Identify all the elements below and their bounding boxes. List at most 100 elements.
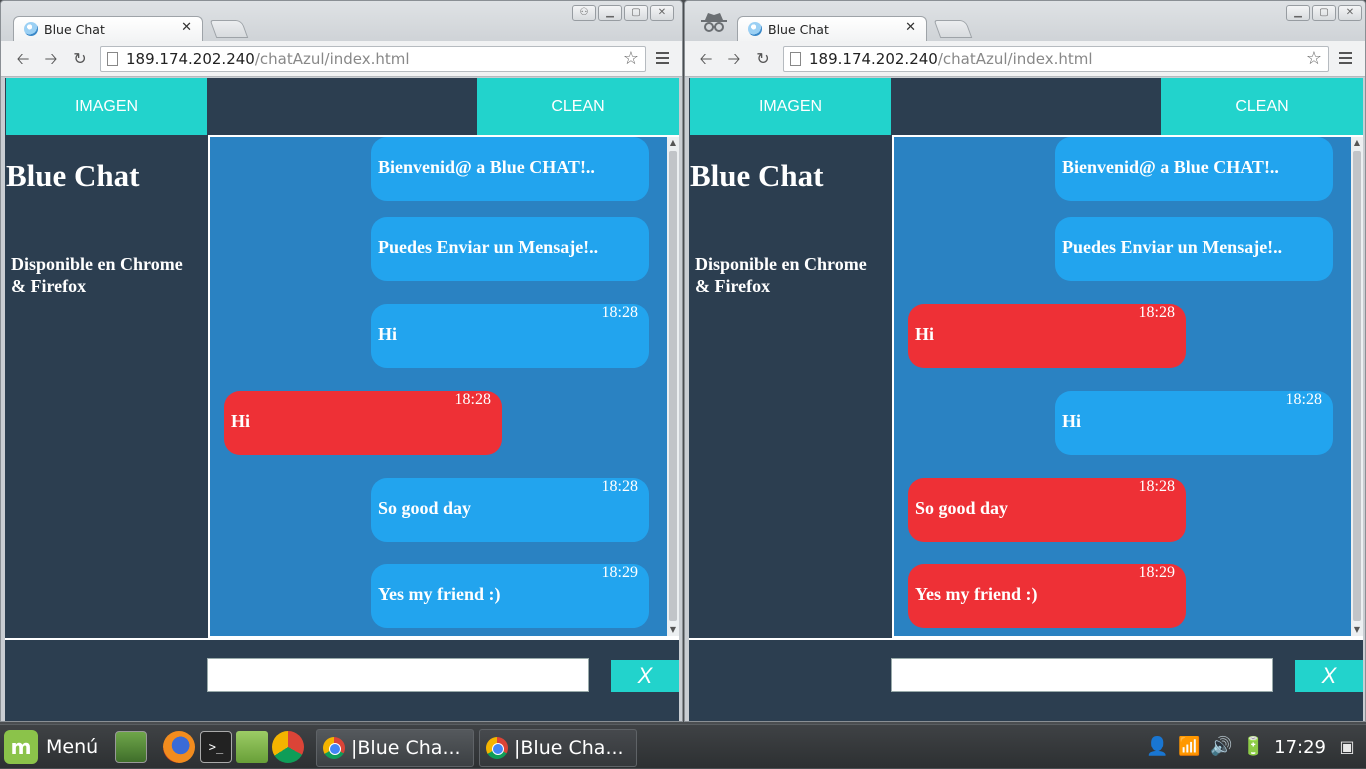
close-window-button[interactable]: ✕ (650, 5, 674, 21)
chrome-icon (486, 737, 508, 759)
back-arrow-icon[interactable]: 🡠 (13, 49, 33, 69)
message-input[interactable] (207, 658, 589, 692)
incognito-icon (701, 13, 727, 32)
scroll-up-arrow-icon[interactable]: ▲ (1351, 137, 1363, 149)
imagen-button[interactable]: IMAGEN (6, 78, 207, 135)
menu-label: Menú (46, 736, 99, 758)
reload-icon[interactable]: ↻ (70, 49, 90, 69)
message-text: Puedes Enviar un Mensaje!.. (378, 237, 599, 257)
imagen-button[interactable]: IMAGEN (690, 78, 891, 135)
address-bar[interactable]: 189.174.202.240/chatAzul/index.html ☆ (783, 46, 1329, 72)
browser-toolbar: 🡠 🡢 ↻ 189.174.202.240/chatAzul/index.htm… (685, 41, 1365, 77)
scrollbar-thumb[interactable] (1353, 151, 1361, 621)
chat-page: IMAGEN CLEAN Blue Chat Disponible en Chr… (5, 78, 679, 721)
chat-messages[interactable]: Bienvenid@ a Blue CHAT!.. Puedes Enviar u… (892, 135, 1363, 638)
new-tab-button[interactable] (209, 20, 249, 38)
volume-icon[interactable]: 🔊 (1210, 736, 1232, 758)
message-time: 18:28 (601, 478, 638, 495)
maximize-button[interactable]: ▢ (1312, 5, 1336, 21)
scroll-down-arrow-icon[interactable]: ▼ (667, 624, 679, 636)
message-text: Bienvenid@ a Blue CHAT!.. (1062, 157, 1279, 177)
chat-bubble-icon (748, 22, 762, 36)
chrome-icon (323, 737, 345, 759)
clock[interactable]: 17:29 (1274, 737, 1326, 758)
forward-arrow-icon[interactable]: 🡢 (41, 49, 61, 69)
scrollbar[interactable]: ▲ ▼ (1351, 137, 1363, 636)
chat-message: So good day 18:28 (908, 478, 1186, 542)
tab-strip: Blue Chat ✕ ▁ ▢ ✕ (685, 1, 1365, 42)
profile-icon[interactable]: ⚇ (572, 5, 596, 21)
close-window-button[interactable]: ✕ (1338, 5, 1362, 21)
chat-message: Hi 18:28 (908, 304, 1186, 368)
message-time: 18:28 (454, 391, 491, 408)
page-icon (107, 52, 118, 66)
minimize-button[interactable]: ▁ (598, 5, 622, 21)
chat-message: Hi 18:28 (1055, 391, 1333, 455)
clean-button[interactable]: CLEAN (477, 78, 679, 135)
hamburger-menu-icon[interactable] (652, 49, 672, 69)
url-text: 189.174.202.240/chatAzul/index.html (126, 50, 410, 68)
show-desktop-icon[interactable] (115, 731, 147, 763)
app-subtitle: Disponible en Chrome & Firefox (695, 254, 867, 296)
taskbar-item-blue-chat-2[interactable]: |Blue Cha... (479, 729, 637, 767)
firefox-icon[interactable] (163, 731, 195, 763)
folder-icon[interactable] (236, 731, 268, 763)
minimize-button[interactable]: ▁ (1286, 5, 1310, 21)
hamburger-menu-icon[interactable] (1335, 49, 1355, 69)
chat-messages[interactable]: Bienvenid@ a Blue CHAT!.. Puedes Enviar u… (208, 135, 679, 638)
app-title: Blue Chat (690, 158, 824, 193)
message-text: Hi (915, 324, 935, 344)
battery-icon[interactable]: 🔋 (1242, 736, 1264, 758)
scroll-down-arrow-icon[interactable]: ▼ (1351, 624, 1363, 636)
address-bar[interactable]: 189.174.202.240/chatAzul/index.html ☆ (100, 46, 646, 72)
scrollbar[interactable]: ▲ ▼ (667, 137, 679, 636)
notification-icon[interactable]: ▣ (1336, 736, 1358, 758)
scrollbar-thumb[interactable] (669, 151, 677, 621)
message-time: 18:28 (1285, 391, 1322, 408)
tab-strip: Blue Chat ✕ ⚇ ▁ ▢ ✕ (1, 1, 682, 42)
sidebar: Blue Chat Disponible en Chrome & Firefox (689, 136, 892, 638)
star-icon[interactable]: ☆ (623, 47, 639, 71)
chat-message: Hi 18:28 (371, 304, 649, 368)
message-time: 18:28 (601, 304, 638, 321)
chat-message: Puedes Enviar un Mensaje!.. (1055, 217, 1333, 281)
user-icon[interactable]: 👤 (1146, 736, 1168, 758)
close-tab-icon[interactable]: ✕ (181, 20, 192, 35)
close-tab-icon[interactable]: ✕ (905, 20, 916, 35)
browser-window-right: Blue Chat ✕ ▁ ▢ ✕ 🡠 🡢 ↻ 189.174.202.240/… (684, 0, 1366, 722)
star-icon[interactable]: ☆ (1306, 47, 1322, 71)
forward-arrow-icon[interactable]: 🡢 (724, 49, 744, 69)
start-menu-button[interactable]: m Menú (4, 729, 98, 765)
app-subtitle: Disponible en Chrome & Firefox (11, 254, 183, 296)
app-title: Blue Chat (6, 158, 140, 193)
chrome-icon[interactable] (272, 731, 304, 763)
chat-message: So good day 18:28 (371, 478, 649, 542)
scroll-up-arrow-icon[interactable]: ▲ (667, 137, 679, 149)
browser-window-left: Blue Chat ✕ ⚇ ▁ ▢ ✕ 🡠 🡢 ↻ 189.174.202.24… (0, 0, 683, 722)
maximize-button[interactable]: ▢ (624, 5, 648, 21)
terminal-icon[interactable]: >_ (200, 731, 232, 763)
message-text: Yes my friend :) (915, 584, 1038, 604)
back-arrow-icon[interactable]: 🡠 (696, 49, 716, 69)
send-button[interactable]: X (611, 660, 679, 692)
message-text: So good day (378, 498, 472, 518)
new-tab-button[interactable] (933, 20, 973, 38)
reload-icon[interactable]: ↻ (753, 49, 773, 69)
message-text: Hi (1062, 411, 1082, 431)
url-text: 189.174.202.240/chatAzul/index.html (809, 50, 1093, 68)
chat-page: IMAGEN CLEAN Blue Chat Disponible en Chr… (689, 78, 1363, 721)
send-button[interactable]: X (1295, 660, 1363, 692)
chat-message: Hi 18:28 (224, 391, 502, 455)
tab-blue-chat[interactable]: Blue Chat ✕ (737, 16, 927, 42)
clean-button[interactable]: CLEAN (1161, 78, 1363, 135)
message-time: 18:29 (1138, 564, 1175, 581)
message-text: Yes my friend :) (378, 584, 501, 604)
taskbar-item-blue-chat-1[interactable]: |Blue Cha... (316, 729, 474, 767)
tab-blue-chat[interactable]: Blue Chat ✕ (13, 16, 203, 42)
task-label: |Blue Cha... (351, 737, 461, 759)
wifi-icon[interactable]: 📶 (1178, 736, 1200, 758)
compose-bar: X (5, 638, 679, 721)
message-text: Hi (378, 324, 398, 344)
chat-message: Bienvenid@ a Blue CHAT!.. (1055, 137, 1333, 201)
message-input[interactable] (891, 658, 1273, 692)
